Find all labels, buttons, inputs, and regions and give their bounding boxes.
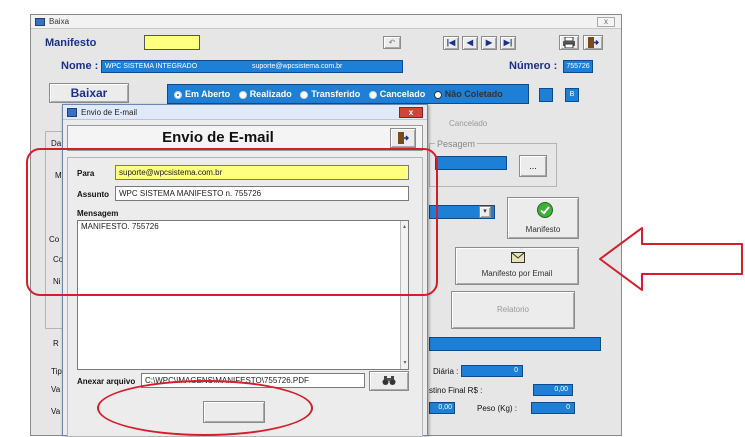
prev-record-button[interactable]: ◀ [462,36,478,50]
print-icon [563,36,575,49]
arrow-pointer-icon [599,227,743,291]
dialog-close-button[interactable]: x [399,107,423,118]
highlight-send-button-annotation [97,380,313,436]
pesagem-lookup-button[interactable]: ... [519,155,547,177]
check-green-icon [537,202,553,218]
manifesto-por-email-label: Manifesto por Email [481,269,553,278]
manifesto-button[interactable]: Manifesto [507,197,579,239]
peso-field[interactable]: 0 [531,402,575,414]
status-toggle-1[interactable] [539,88,553,102]
main-close-button[interactable]: x [597,17,615,27]
binoculars-icon [382,376,396,385]
dialog-title: Envio de E-mail [81,108,138,117]
pesagem-label: Pesagem [435,139,478,149]
manifesto-por-email-button[interactable]: Manifesto por Email [455,247,579,285]
exit-door-icon [398,132,410,144]
left-label: Va [51,385,61,394]
anexar-label: Anexar arquivo [77,377,136,386]
main-title-bar: Baixa [31,15,621,29]
last-record-button[interactable]: ▶| [500,36,516,50]
diaria-label: Diária : [433,367,459,376]
status-option-em-aberto[interactable]: Em Aberto [168,89,230,99]
valor-field[interactable]: 0,00 [429,402,455,414]
exit-button[interactable] [583,35,603,50]
highlight-form-annotation [26,148,438,296]
envelope-icon [511,252,525,263]
exit-door-icon [588,37,600,48]
select-dropdown-arrow[interactable]: ▾ [479,206,491,218]
cancelado-label: Cancelado [449,119,488,128]
left-label: Va [51,407,61,416]
window-icon [35,18,45,26]
scroll-down-arrow[interactable]: ▾ [401,357,408,369]
peso-label: Peso (Kg) : [477,404,518,413]
manifesto-button-label: Manifesto [525,225,561,234]
status-option-cancelado[interactable]: Cancelado [363,89,425,99]
dialog-title-bar: Envio de E-mail [63,105,427,120]
nome-value: WPC SISTEMA INTEGRADO [105,63,198,70]
status-option-nao-coletado[interactable]: Não Coletado [428,89,503,99]
custo-field[interactable]: 0,00 [533,384,573,396]
left-label: R [53,339,59,348]
pesagem-field[interactable] [435,156,507,170]
relatorio-button[interactable]: Relatorio [451,291,575,329]
numero-label: Número : [509,60,558,72]
baixar-tab[interactable]: Baixar [49,83,129,103]
status-radio-group: Em Aberto Realizado Transferido Cancelad… [167,84,529,104]
status-option-transferido[interactable]: Transferido [294,89,360,99]
status-option-realizado[interactable]: Realizado [233,89,292,99]
email-value: suporte@wpcsistema.com.br [252,63,343,70]
numero-field[interactable]: 755726 [563,60,593,73]
nome-label: Nome : [61,60,99,72]
custo-label: stino Final R$ : [429,386,483,395]
info-strip [429,337,601,351]
first-record-button[interactable]: |◀ [443,36,459,50]
left-label: Tip [51,367,62,376]
status-toggle-2[interactable]: B [565,88,579,102]
undo-button[interactable]: ↶ [383,36,401,49]
manifesto-input[interactable] [144,35,200,50]
dialog-exit-button[interactable] [390,128,416,148]
dialog-heading: Envio de E-mail [162,129,274,146]
print-button[interactable] [559,35,579,50]
main-window-title: Baixa [49,17,70,26]
diaria-field[interactable]: 0 [461,365,523,377]
manifesto-label: Manifesto [45,37,97,49]
next-record-button[interactable]: ▶ [481,36,497,50]
browse-attachment-button[interactable] [369,371,409,391]
window-icon [67,108,77,117]
nome-field[interactable]: WPC SISTEMA INTEGRADO suporte@wpcsistema… [101,60,403,73]
